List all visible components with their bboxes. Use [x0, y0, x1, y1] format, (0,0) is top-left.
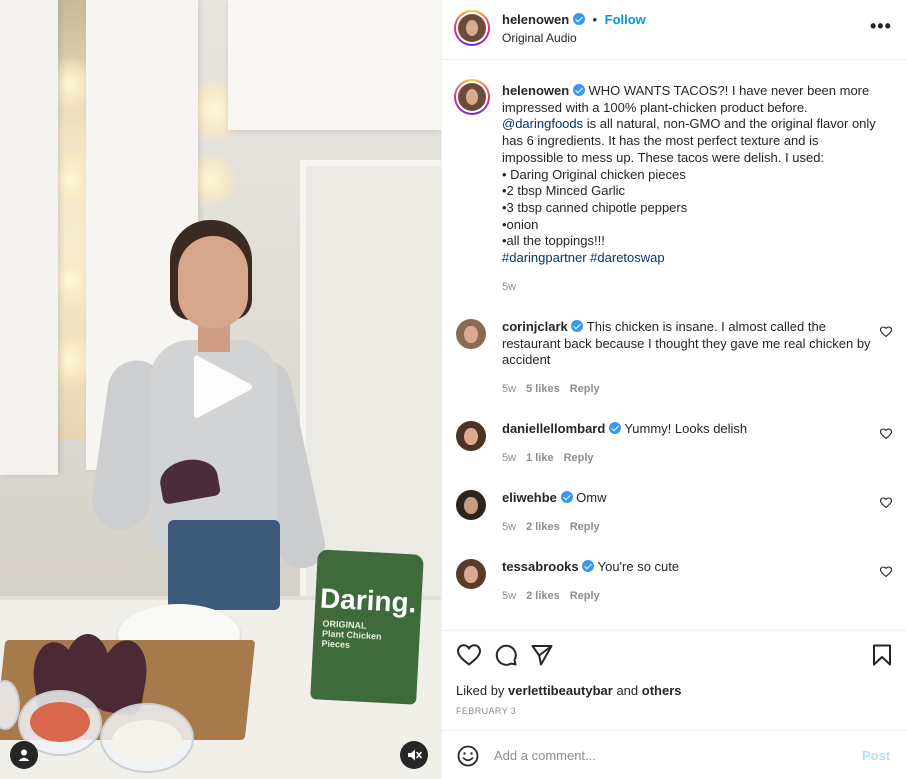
verified-badge-icon [572, 13, 585, 25]
liked-by-prefix: Liked by [456, 683, 505, 698]
bookmark-icon[interactable] [872, 644, 892, 666]
speaker-muted-icon[interactable] [400, 741, 428, 769]
comment-likes[interactable]: 1 like [526, 452, 554, 464]
ingredient-item: •all the toppings!!! [502, 233, 605, 249]
comment-input[interactable]: Add a comment... [494, 748, 596, 763]
comment-bubble-icon[interactable] [495, 644, 517, 666]
post-video[interactable]: Daring. ORIGINAL Plant Chicken Pieces [0, 0, 441, 779]
reply-button[interactable]: Reply [570, 521, 600, 533]
more-options-icon[interactable]: ••• [870, 16, 892, 37]
comment-username[interactable]: tessabrooks [502, 559, 579, 574]
liked-by-others[interactable]: others [642, 683, 682, 698]
comment-username[interactable]: eliwehbe [502, 490, 557, 505]
caption-story-ring[interactable] [454, 79, 490, 115]
comment-text: Omw [576, 490, 607, 505]
ingredient-item: •onion [502, 216, 539, 232]
wall-panel [0, 0, 58, 475]
comment-username[interactable]: daniellellombard [502, 421, 605, 436]
audio-label[interactable]: Original Audio [502, 31, 577, 45]
bag-label: ORIGINAL Plant Chicken Pieces [321, 618, 382, 651]
comment-text-block: tessabrooks You're so cute [502, 559, 872, 576]
story-ring[interactable] [454, 10, 490, 46]
post-date[interactable]: FEBRUARY 3 [456, 706, 516, 716]
avatar[interactable] [456, 559, 486, 589]
play-icon[interactable] [190, 352, 256, 422]
verified-badge-icon [560, 491, 573, 503]
emoji-smile-icon[interactable] [457, 745, 479, 767]
comment-likes[interactable]: 2 likes [526, 590, 560, 602]
verified-badge-icon [572, 84, 585, 96]
caption-timestamp[interactable]: 5w [502, 281, 516, 293]
post-caption: helenowen WHO WANTS TACOS?! I have never… [502, 83, 882, 267]
verified-badge-icon [608, 422, 621, 434]
person-face [178, 236, 248, 328]
caption-username[interactable]: helenowen [502, 83, 569, 98]
comment-time[interactable]: 5w [502, 383, 516, 395]
hashtags-link[interactable]: #daringpartner #daretoswap [502, 250, 882, 267]
avatar [458, 14, 486, 42]
ingredient-item: • Daring Original chicken pieces [502, 166, 686, 182]
comment-text: Yummy! Looks delish [624, 421, 748, 436]
heart-icon[interactable] [880, 326, 892, 338]
heart-icon[interactable] [880, 428, 892, 440]
separator-dot: • [592, 12, 597, 27]
reply-button[interactable]: Reply [564, 452, 594, 464]
add-comment-bar: Add a comment... Post [442, 730, 906, 779]
comment-time[interactable]: 5w [502, 452, 516, 464]
header-username-row: helenowen • Follow [502, 12, 646, 27]
ingredient-item: •3 tbsp canned chipotle peppers [502, 199, 688, 215]
avatar [458, 83, 486, 111]
comment-meta: 5w 1 like Reply [502, 452, 594, 464]
paper-plane-icon[interactable] [531, 644, 553, 666]
comment-time[interactable]: 5w [502, 521, 516, 533]
reply-button[interactable]: Reply [570, 383, 600, 395]
comment-meta: 5w 5 likes Reply [502, 383, 600, 395]
actions-divider [442, 630, 906, 631]
follow-button[interactable]: Follow [605, 12, 646, 27]
likes-summary: Liked by verlettibeautybar and others [456, 683, 682, 698]
salsa [30, 702, 90, 742]
verified-badge-icon [582, 560, 595, 572]
comment-text-block: corinjclark This chicken is insane. I al… [502, 319, 872, 369]
post-header: helenowen • Follow Original Audio ••• [442, 0, 906, 60]
comment-meta: 5w 2 likes Reply [502, 521, 600, 533]
comment-likes[interactable]: 2 likes [526, 521, 560, 533]
comment-text: You're so cute [597, 559, 680, 574]
post-comment-button[interactable]: Post [862, 748, 890, 763]
heart-icon[interactable] [880, 566, 892, 578]
reply-button[interactable]: Reply [570, 590, 600, 602]
avatar[interactable] [456, 319, 486, 349]
author-username[interactable]: helenowen [502, 12, 569, 27]
mention-link[interactable]: @daringfoods [502, 116, 583, 131]
comment-likes[interactable]: 5 likes [526, 383, 560, 395]
liked-by-user[interactable]: verlettibeautybar [508, 683, 613, 698]
user-tag-icon[interactable] [10, 741, 38, 769]
comment-text-block: eliwehbe Omw [502, 490, 872, 507]
ingredient-item: •2 tbsp Minced Garlic [502, 183, 626, 199]
avatar[interactable] [456, 490, 486, 520]
comment-text-block: daniellellombard Yummy! Looks delish [502, 421, 872, 438]
verified-badge-icon [571, 320, 584, 332]
cheese [112, 720, 182, 762]
avatar[interactable] [456, 421, 486, 451]
comment-username[interactable]: corinjclark [502, 319, 568, 334]
heart-icon[interactable] [880, 497, 892, 509]
heart-icon[interactable] [457, 644, 481, 666]
person-jeans [168, 520, 280, 610]
wall-panel [228, 0, 441, 130]
comment-meta: 5w 2 likes Reply [502, 590, 600, 602]
liked-by-and: and [616, 683, 639, 698]
bag-brand-text: Daring. [319, 582, 418, 619]
instagram-post: Daring. ORIGINAL Plant Chicken Pieces he… [0, 0, 906, 779]
comment-time[interactable]: 5w [502, 590, 516, 602]
post-side-panel: helenowen • Follow Original Audio ••• he… [441, 0, 906, 779]
